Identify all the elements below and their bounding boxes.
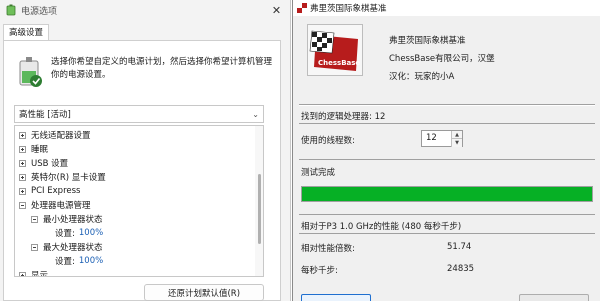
tree-item-max-setting[interactable]: 设置: 100% [55,254,103,268]
title-bar: 弗里茨国际象棋基准 [293,0,600,16]
setting-label: 设置: [55,229,75,239]
advanced-settings-panel: 选择你希望自定义的电源计划，然后选择你希望计算机管理你的电源设置。 高性能 [活… [3,40,281,301]
localization-credit: 汉化：玩家的小A [389,72,455,82]
tree-item-label: 睡眠 [31,145,49,155]
tree-item-min-setting[interactable]: 设置: 100% [55,226,103,240]
threads-label: 使用的线程数: [301,136,355,146]
tree-item-sleep[interactable]: 睡眠 [19,142,48,156]
start-button[interactable] [301,294,371,301]
tree-item-label: 最小处理器状态 [43,215,103,225]
tree-item-label: 处理器电源管理 [31,201,91,211]
spin-up-button[interactable]: ▲ [451,131,462,139]
tree-item-label: 显示 [31,271,49,277]
chevron-down-icon: ⌄ [252,109,259,119]
expand-icon[interactable] [19,187,26,195]
power-plan-icon [19,57,42,87]
expand-icon[interactable] [19,145,26,153]
collapse-icon[interactable] [31,243,38,251]
progress-fill [302,187,592,201]
setting-label: 设置: [55,257,75,267]
relative-performance-label: 相对性能倍数: [301,244,355,254]
expand-icon[interactable] [19,271,26,276]
benchmark-window: 弗里茨国际象棋基准 ChessBase 弗里茨国际象棋基准 ChessBase有… [292,0,600,301]
progress-bar [301,186,593,202]
performance-header: 相对于P3 1.0 GHz的性能 (480 每秒千步) [301,222,462,232]
tree-item-wireless[interactable]: 无线适配器设置 [19,128,91,142]
tree-item-max-state[interactable]: 最大处理器状态 [31,240,103,254]
tree-item-min-state[interactable]: 最小处理器状态 [31,212,103,226]
divider [299,214,595,215]
min-state-value[interactable]: 100% [79,228,103,238]
logical-processors-label: 找到的逻辑处理器: 12 [301,112,386,122]
collapse-icon[interactable] [31,215,38,223]
divider [299,123,595,124]
tree-item-display[interactable]: 显示 [19,268,49,277]
chessbase-logo-icon: ChessBase [309,30,360,71]
tab-advanced-settings[interactable]: 高级设置 [3,24,50,41]
tree-scrollbar[interactable] [255,126,263,276]
kilo-nodes-label: 每秒千步: [301,266,338,276]
publisher: ChessBase有限公司，汉堡 [389,54,495,64]
plan-selected-value: 高性能 [活动] [19,110,71,120]
expand-icon[interactable] [19,173,26,181]
max-state-value[interactable]: 100% [79,256,103,266]
tree-item-label: PCI Express [31,186,81,196]
settings-tree[interactable]: 无线适配器设置 睡眠 USB 设置 英特尔(R) 显卡设置 PCI Expres… [14,125,264,277]
status-text: 测试完成 [301,168,336,178]
close-icon: ✕ [271,3,282,17]
threads-spinner[interactable]: 12 ▲ ▼ [421,130,463,147]
title-bar: 电源选项 ✕ [0,0,290,20]
tree-item-label: 英特尔(R) 显卡设置 [31,173,106,183]
expand-icon[interactable] [19,159,26,167]
description-text: 选择你希望自定义的电源计划，然后选择你希望计算机管理你的电源设置。 [51,57,273,80]
divider [299,233,595,234]
window-title: 弗里茨国际象棋基准 [310,4,387,14]
window-title: 电源选项 [21,7,58,17]
caret-up-icon: ▲ [455,131,459,138]
tree-item-label: 最大处理器状态 [43,243,103,253]
tree-item-label: USB 设置 [31,159,69,169]
divider [299,105,595,106]
restore-defaults-button[interactable]: 还原计划默认值(R) [144,284,264,301]
divider [299,159,595,160]
tree-item-intel-gpu[interactable]: 英特尔(R) 显卡设置 [19,170,106,184]
power-options-window: 电源选项 ✕ 高级设置 选择你希望自定义的电源计划，然后选择你希望计算机管理你的… [0,0,291,301]
logo-text: ChessBase [318,59,360,67]
tree-item-label: 无线适配器设置 [31,131,91,141]
collapse-icon[interactable] [19,201,26,209]
tree-item-usb[interactable]: USB 设置 [19,156,68,170]
expand-icon[interactable] [19,131,26,139]
kilo-nodes-value: 24835 [447,264,475,274]
tree-item-cpu-power[interactable]: 处理器电源管理 [19,198,91,212]
app-icon [297,3,307,13]
app-name: 弗里茨国际象棋基准 [389,36,466,46]
battery-icon [6,4,16,16]
tree-item-pcie[interactable]: PCI Express [19,184,80,198]
relative-performance-value: 51.74 [447,242,472,252]
close-button[interactable]: ✕ [262,0,290,20]
scrollbar-thumb[interactable] [258,174,261,244]
spin-down-button[interactable]: ▼ [451,139,462,147]
threads-value[interactable]: 12 [426,133,437,143]
chessbase-logo: ChessBase [307,24,363,76]
plan-dropdown[interactable]: 高性能 [活动] ⌄ [14,105,264,123]
close-button[interactable] [519,294,589,301]
caret-down-icon: ▼ [455,140,459,146]
